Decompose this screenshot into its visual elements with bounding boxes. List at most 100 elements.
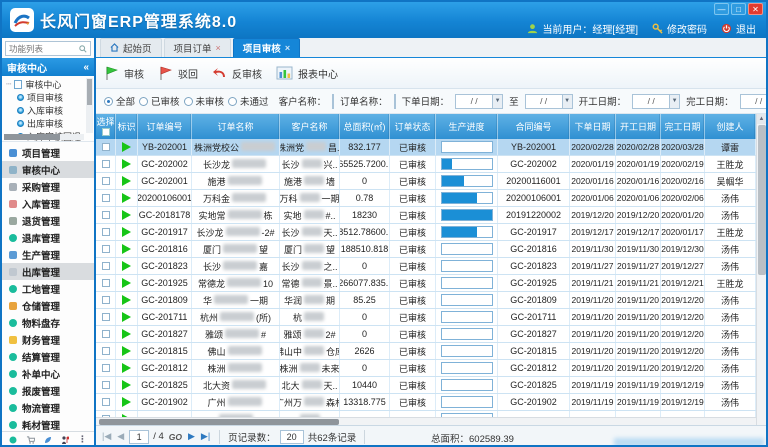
tab-项目订单[interactable]: 项目订单× — [164, 38, 231, 57]
minimize-button[interactable]: — — [714, 3, 729, 15]
page-number-input[interactable]: 1 — [129, 430, 149, 444]
person-flag-icon[interactable] — [61, 436, 69, 444]
table-row[interactable]: 20200106001万科金万科一期0.78已审核202001060012020… — [96, 190, 756, 207]
table-row[interactable]: GC-201823长沙嘉长沙之..0已审核GC-2018232019/11/27… — [96, 258, 756, 275]
row-checkbox[interactable] — [102, 194, 110, 202]
column-header-标识[interactable]: 标识 — [116, 114, 138, 139]
column-header-生产进度[interactable]: 生产进度 — [436, 114, 498, 139]
row-checkbox[interactable] — [102, 381, 110, 389]
module-item[interactable]: 物料盘存 — [2, 314, 94, 331]
toolbar-button-审核[interactable]: 审核 — [104, 65, 144, 81]
row-checkbox[interactable] — [102, 313, 110, 321]
row-checkbox[interactable] — [102, 245, 110, 253]
tree-item-入库审核[interactable]: 入库审核 — [6, 104, 84, 117]
close-tab-icon[interactable]: × — [285, 43, 290, 53]
column-header-下单日期[interactable]: 下单日期 — [570, 114, 616, 139]
function-search-input[interactable] — [9, 44, 79, 54]
module-item[interactable]: 耗材管理 — [2, 416, 94, 431]
column-header-总面积(㎡)[interactable]: 总面积(㎡) — [340, 114, 390, 139]
radio-icon[interactable] — [104, 97, 113, 106]
close-button[interactable]: ✕ — [748, 3, 763, 15]
radio-未通过[interactable]: 未通过 — [228, 94, 269, 108]
next-page-button[interactable]: ▶ — [187, 431, 196, 442]
calendar-dropdown-icon[interactable]: ▼ — [492, 95, 502, 108]
scroll-up-icon[interactable]: ▲ — [757, 114, 767, 124]
tab-项目审核[interactable]: 项目审核× — [233, 38, 300, 57]
dot-icon[interactable] — [9, 436, 17, 444]
first-page-button[interactable]: |◀ — [101, 431, 112, 442]
radio-icon[interactable] — [228, 97, 237, 106]
close-tab-icon[interactable]: × — [216, 43, 221, 53]
column-header-订单编号[interactable]: 订单编号 — [138, 114, 192, 139]
sidebar-panel-header[interactable]: 审核中心 « — [2, 58, 94, 76]
column-header-选择[interactable]: 选择 — [96, 114, 116, 139]
module-item[interactable]: 采购管理 — [2, 178, 94, 195]
table-row[interactable]: GC-201925常德龙10常德景..266077.835..已审核GC-201… — [96, 275, 756, 292]
cart-icon[interactable] — [26, 436, 35, 444]
module-item[interactable]: 退库管理 — [2, 229, 94, 246]
calendar-dropdown-icon[interactable]: ▼ — [669, 95, 679, 108]
tree-root-audit-center[interactable]: ┄ 审核中心 — [6, 78, 84, 91]
grid-horizontal-scrollbar[interactable] — [96, 417, 756, 425]
row-checkbox[interactable] — [102, 262, 110, 270]
order-name-input[interactable] — [394, 94, 396, 109]
table-row[interactable]: GC-201816厦门望厦门望188510.818已审核GC-201816201… — [96, 241, 756, 258]
start-date-input[interactable]: / /▼ — [632, 94, 680, 109]
leaf-icon[interactable] — [44, 436, 52, 444]
row-checkbox[interactable] — [102, 228, 110, 236]
module-item[interactable]: 生产管理 — [2, 246, 94, 263]
row-checkbox[interactable] — [102, 177, 110, 185]
table-row[interactable]: GC-201827雅颂#雅颂2#0已审核GC-2018272019/11/202… — [96, 326, 756, 343]
toolbar-button-驳回[interactable]: 驳回 — [158, 65, 198, 81]
row-checkbox[interactable] — [102, 160, 110, 168]
module-item[interactable]: 报废管理 — [2, 382, 94, 399]
table-row[interactable]: GC-202001施港施港墙0已审核202001160012020/01/162… — [96, 173, 756, 190]
module-item[interactable]: 入库管理 — [2, 195, 94, 212]
table-row[interactable]: GC-201815佛山佛山中仓库2626已审核GC-2018152019/11/… — [96, 343, 756, 360]
row-checkbox[interactable] — [102, 279, 110, 287]
order-date-end-input[interactable]: / /▼ — [525, 94, 573, 109]
function-search[interactable] — [5, 41, 91, 56]
toolbar-button-报表中心[interactable]: 报表中心 — [276, 66, 338, 81]
table-row[interactable]: GC-201825北大资北大天..10440已审核GC-2018252019/1… — [96, 377, 756, 394]
row-checkbox[interactable] — [102, 296, 110, 304]
row-checkbox[interactable] — [102, 347, 110, 355]
column-header-创建人[interactable]: 创建人 — [705, 114, 756, 139]
logout-button[interactable]: 退出 — [721, 21, 756, 36]
module-item[interactable]: 结算管理 — [2, 348, 94, 365]
radio-未审核[interactable]: 未审核 — [184, 94, 225, 108]
table-row[interactable]: GC-201711杭州(所)杭0已审核GC-2017112019/11/2020… — [96, 309, 756, 326]
column-header-合同编号[interactable]: 合同编号 — [498, 114, 570, 139]
column-header-订单状态[interactable]: 订单状态 — [390, 114, 436, 139]
customer-name-input[interactable] — [332, 94, 334, 109]
go-button[interactable]: GO — [169, 432, 182, 442]
module-item[interactable]: 退货管理 — [2, 212, 94, 229]
maximize-button[interactable]: □ — [731, 3, 746, 15]
tree-horizontal-scrollbar[interactable] — [4, 134, 84, 140]
table-row[interactable]: YB-202001株洲党校公株洲党昌..832.177已审核YB-2020012… — [96, 139, 756, 156]
select-all-checkbox[interactable] — [102, 128, 110, 136]
row-checkbox[interactable] — [102, 211, 110, 219]
grid-vertical-scrollbar[interactable]: ▲ — [756, 114, 766, 425]
tree-item-出库审核[interactable]: 出库审核 — [6, 117, 84, 130]
prev-page-button[interactable]: ◀ — [116, 431, 125, 442]
tree-vertical-scrollbar[interactable] — [86, 78, 93, 133]
last-page-button[interactable]: ▶| — [200, 431, 211, 442]
radio-全部[interactable]: 全部 — [104, 94, 135, 108]
page-size-input[interactable]: 20 — [280, 430, 304, 444]
radio-icon[interactable] — [184, 97, 193, 106]
table-row[interactable]: GC-201812株洲株洲未来0已审核GC-2018122019/11/2020… — [96, 360, 756, 377]
calendar-dropdown-icon[interactable]: ▼ — [562, 95, 572, 108]
row-checkbox[interactable] — [102, 330, 110, 338]
column-header-订单名称[interactable]: 订单名称 — [192, 114, 280, 139]
radio-icon[interactable] — [139, 97, 148, 106]
module-item[interactable]: 财务管理 — [2, 331, 94, 348]
column-header-开工日期[interactable]: 开工日期 — [616, 114, 661, 139]
module-item[interactable]: 出库管理 — [2, 263, 94, 280]
radio-已审核[interactable]: 已审核 — [139, 94, 180, 108]
table-row[interactable]: GC-202002长沙龙长沙兴..65525.7200..已审核GC-20200… — [96, 156, 756, 173]
row-checkbox[interactable] — [102, 143, 110, 151]
finish-date-input[interactable]: / / — [740, 94, 766, 109]
module-item[interactable]: 项目管理 — [2, 144, 94, 161]
tree-item-项目审核[interactable]: 项目审核 — [6, 91, 84, 104]
